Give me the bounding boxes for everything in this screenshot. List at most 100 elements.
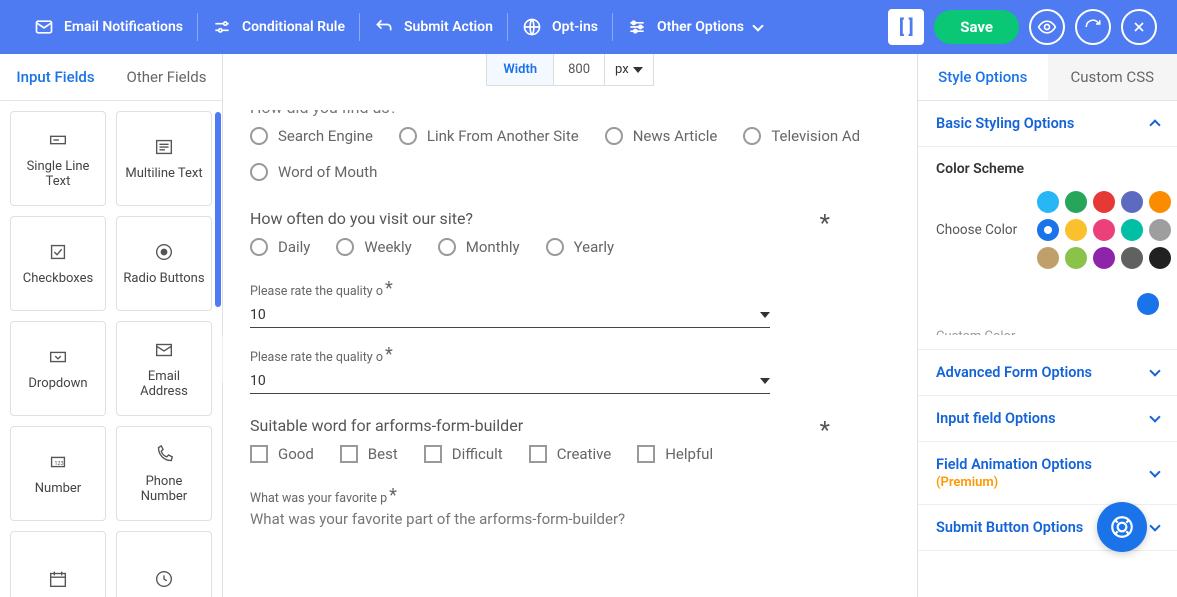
- question-visit-frequency: How often do you visit our site?: [250, 209, 890, 228]
- radio-icon: [153, 241, 175, 263]
- tab-custom-css[interactable]: Custom CSS: [1048, 54, 1177, 100]
- radio-option[interactable]: Weekly: [336, 238, 411, 256]
- color-swatch[interactable]: [1093, 191, 1115, 213]
- checkbox-option[interactable]: Best: [340, 445, 398, 463]
- refresh-icon: [1084, 18, 1102, 36]
- clock-icon: [153, 568, 175, 590]
- field-dropdown[interactable]: Dropdown: [10, 321, 106, 416]
- radio-option[interactable]: Word of Mouth: [250, 163, 377, 181]
- field-time[interactable]: [116, 531, 212, 597]
- color-swatch[interactable]: [1093, 247, 1115, 269]
- radio-icon: [336, 238, 354, 256]
- color-swatches: [1037, 191, 1171, 269]
- chevron-up-icon: [1149, 119, 1160, 130]
- favorite-part-input[interactable]: What was your favorite part of the arfor…: [250, 510, 770, 528]
- width-value[interactable]: 800: [554, 54, 605, 85]
- number-icon: 123: [47, 451, 69, 473]
- width-label[interactable]: Width: [487, 54, 554, 85]
- color-swatch[interactable]: [1149, 247, 1171, 269]
- preview-button[interactable]: [1029, 9, 1065, 45]
- checkbox-option[interactable]: Difficult: [424, 445, 503, 463]
- section-input-field[interactable]: Input field Options: [918, 396, 1177, 442]
- form-canvas[interactable]: How did you find us? Search Engine Link …: [250, 110, 890, 597]
- dropdown-icon: [47, 346, 69, 368]
- color-swatch[interactable]: [1065, 247, 1087, 269]
- left-panel: Input Fields Other Fields Single Line Te…: [0, 54, 223, 597]
- tab-input-fields[interactable]: Input Fields: [0, 54, 111, 100]
- choose-color-label: Choose Color: [936, 222, 1017, 238]
- rating-label-1: Please rate the quality o*: [250, 284, 770, 299]
- tab-style-options[interactable]: Style Options: [918, 54, 1048, 100]
- color-swatch[interactable]: [1037, 191, 1059, 213]
- color-swatch[interactable]: [1037, 219, 1059, 241]
- chevron-down-icon: [1149, 411, 1160, 422]
- field-number[interactable]: 123Number: [10, 426, 106, 521]
- rating-select-2[interactable]: 10: [250, 369, 770, 394]
- color-swatch[interactable]: [1121, 247, 1143, 269]
- scrollbar-thumb[interactable]: [215, 112, 221, 307]
- checkbox-option[interactable]: Helpful: [637, 445, 713, 463]
- rating-select-1[interactable]: 10: [250, 303, 770, 328]
- field-single-line[interactable]: Single Line Text: [10, 111, 106, 206]
- favorite-part-label: What was your favorite p*: [250, 491, 770, 506]
- color-swatch[interactable]: [1065, 191, 1087, 213]
- field-phone[interactable]: Phone Number: [116, 426, 212, 521]
- radio-option[interactable]: Television Ad: [743, 127, 860, 145]
- field-date[interactable]: [10, 531, 106, 597]
- color-swatch[interactable]: [1065, 219, 1087, 241]
- radio-icon: [605, 127, 623, 145]
- fields-grid: Single Line Text Multiline Text Checkbox…: [0, 101, 222, 597]
- optins-menu[interactable]: Opt-ins: [508, 0, 612, 54]
- text-line-icon: [47, 129, 69, 151]
- section-field-animation[interactable]: Field Animation Options (Premium): [918, 442, 1177, 505]
- text-multi-icon: [153, 136, 175, 158]
- refresh-button[interactable]: [1075, 9, 1111, 45]
- save-button[interactable]: Save: [934, 10, 1019, 44]
- extra-color-swatch[interactable]: [1137, 293, 1159, 315]
- radio-option[interactable]: Daily: [250, 238, 310, 256]
- field-checkboxes[interactable]: Checkboxes: [10, 216, 106, 311]
- radio-option[interactable]: News Article: [605, 127, 718, 145]
- calendar-icon: [47, 568, 69, 590]
- color-swatch[interactable]: [1037, 247, 1059, 269]
- submit-action-menu[interactable]: Submit Action: [360, 0, 507, 54]
- checkbox-option[interactable]: Good: [250, 445, 314, 463]
- checkbox-option[interactable]: Creative: [529, 445, 612, 463]
- settings-icon: [627, 17, 647, 37]
- radio-option[interactable]: Monthly: [438, 238, 520, 256]
- close-button[interactable]: [1121, 9, 1157, 45]
- premium-badge: (Premium): [936, 475, 998, 490]
- email-notifications-label: Email Notifications: [64, 19, 183, 35]
- help-float-button[interactable]: [1097, 502, 1147, 552]
- section-advanced-form[interactable]: Advanced Form Options: [918, 350, 1177, 396]
- checkbox-icon: [424, 445, 442, 463]
- submit-action-label: Submit Action: [404, 19, 493, 35]
- field-radio[interactable]: Radio Buttons: [116, 216, 212, 311]
- color-swatch[interactable]: [1121, 191, 1143, 213]
- code-brackets-button[interactable]: [ ]: [888, 9, 924, 45]
- radio-option[interactable]: Search Engine: [250, 127, 373, 145]
- checkbox-icon: [340, 445, 358, 463]
- checkbox-icon: [637, 445, 655, 463]
- form-canvas-area: Width 800 px How did you find us? Search…: [223, 54, 917, 597]
- color-swatch[interactable]: [1121, 219, 1143, 241]
- other-options-menu[interactable]: Other Options: [613, 0, 776, 54]
- color-swatch[interactable]: [1093, 219, 1115, 241]
- width-unit[interactable]: px: [605, 54, 653, 85]
- radio-option[interactable]: Yearly: [546, 238, 614, 256]
- color-swatch[interactable]: [1149, 191, 1171, 213]
- svg-text:123: 123: [54, 461, 63, 467]
- checkbox-icon: [47, 241, 69, 263]
- conditional-rule-menu[interactable]: Conditional Rule: [198, 0, 359, 54]
- optins-label: Opt-ins: [552, 19, 598, 35]
- lifebuoy-icon: [1109, 514, 1135, 540]
- sliders-icon: [212, 17, 232, 37]
- email-notifications-menu[interactable]: Email Notifications: [20, 0, 197, 54]
- field-email[interactable]: Email Address: [116, 321, 212, 416]
- tab-other-fields[interactable]: Other Fields: [111, 54, 222, 100]
- color-swatch[interactable]: [1149, 219, 1171, 241]
- radio-option[interactable]: Link From Another Site: [399, 127, 579, 145]
- section-basic-styling[interactable]: Basic Styling Options: [918, 101, 1177, 147]
- field-multiline[interactable]: Multiline Text: [116, 111, 212, 206]
- radio-icon: [250, 127, 268, 145]
